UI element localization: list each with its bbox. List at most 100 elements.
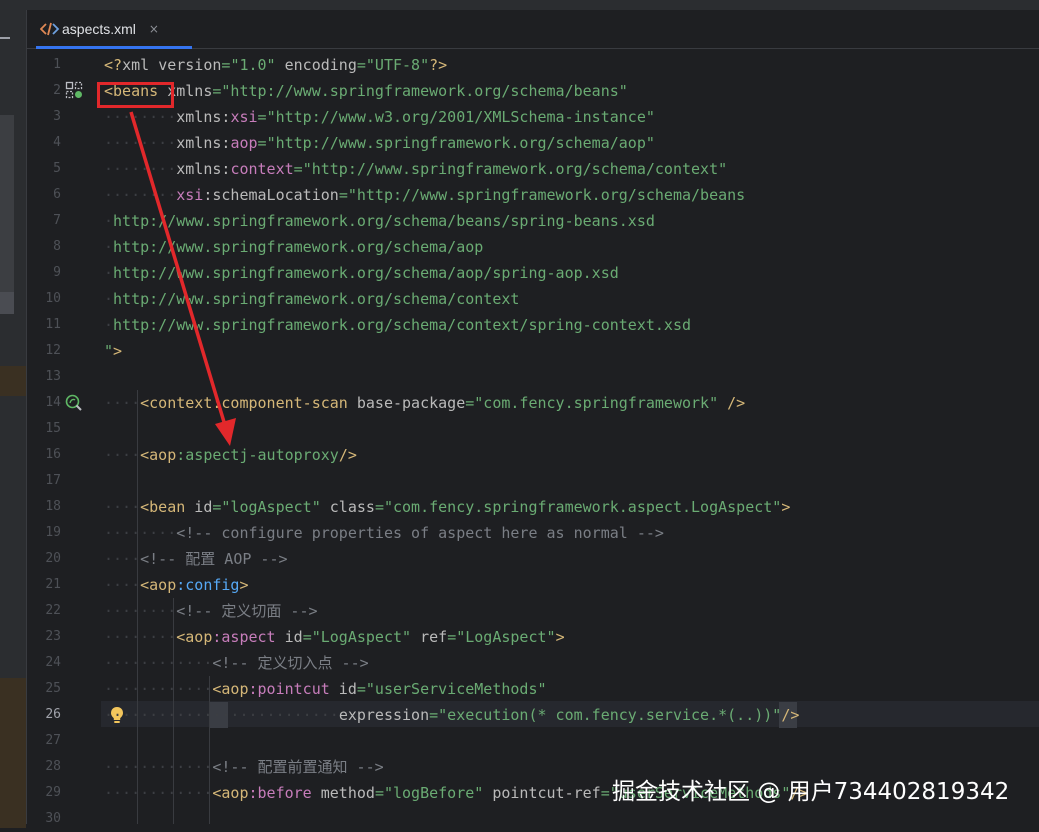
token: :pointcut <box>248 680 330 698</box>
code-editor[interactable]: <?xml version="1.0" encoding="UTF-8"?> <… <box>101 48 1039 824</box>
line-number: 11 <box>45 317 61 332</box>
token: = <box>338 186 348 204</box>
line-number-current: 26 <box>45 707 61 722</box>
line-number: 12 <box>45 343 61 358</box>
collapse-dash-icon[interactable] <box>0 37 10 39</box>
line-number: 6 <box>53 187 61 202</box>
token: <aop <box>212 680 249 698</box>
line-number: 14 <box>45 395 61 410</box>
panel-selection <box>0 292 14 314</box>
tab-aspects-xml[interactable]: aspects.xml × <box>36 10 192 49</box>
line-number: 1 <box>53 57 61 72</box>
token: <? <box>104 56 123 74</box>
token: > <box>781 498 791 516</box>
tool-window-panel <box>0 115 14 295</box>
line-number: 4 <box>53 135 61 150</box>
close-icon[interactable]: × <box>149 22 159 36</box>
token: = <box>600 784 610 802</box>
panel-highlight-lower <box>0 678 26 828</box>
token: :component-scan <box>212 394 348 412</box>
token: version <box>158 56 222 74</box>
token: > <box>555 628 565 646</box>
token: "logBefore" <box>383 784 484 802</box>
editor-gutter[interactable]: 1 2 3 4 5 6 7 8 9 10 11 12 13 14 15 16 1… <box>27 48 101 826</box>
line-number: 9 <box>53 265 61 280</box>
token: id <box>329 680 357 698</box>
panel-highlight <box>0 366 26 396</box>
watermark: 掘金技术社区 @ 用户734402819342 <box>612 779 1010 805</box>
line-number: 10 <box>45 291 61 306</box>
token: = <box>429 706 439 724</box>
token: "http://www.springframework.org/schema/c… <box>302 160 728 178</box>
token: > <box>113 342 123 360</box>
token: "LogAspect" <box>311 628 412 646</box>
code-line-23: ········<aop:aspect id="LogAspect" ref="… <box>104 628 565 646</box>
code-line-26: ··························expression="ex… <box>104 706 800 724</box>
token: xsi <box>176 186 204 204</box>
token: <aop <box>140 446 177 464</box>
token: <!-- 配置 AOP --> <box>140 550 288 568</box>
token: :schemaLocation <box>203 186 339 204</box>
token: "LogAspect" <box>456 628 556 646</box>
token: xmlns: <box>176 134 231 152</box>
code-line-19: ········<!-- configure properties of asp… <box>104 524 664 542</box>
token: method <box>311 784 375 802</box>
token: = <box>257 108 267 126</box>
token: xsi <box>230 108 258 126</box>
code-line-18: ····<bean id="logAspect" class="com.fenc… <box>104 498 791 516</box>
line-number: 27 <box>45 733 61 748</box>
token: = <box>374 784 384 802</box>
token: http://www.springframework.org/schema/co… <box>113 290 520 308</box>
token: <!-- configure properties of aspect here… <box>176 524 664 542</box>
token: id <box>185 498 213 516</box>
spring-bean-search-icon[interactable] <box>65 394 83 412</box>
line-number: 22 <box>45 603 61 618</box>
line-number: 15 <box>45 421 61 436</box>
token: id <box>275 628 303 646</box>
token: class <box>320 498 375 516</box>
token: ?> <box>429 56 448 74</box>
token: <!-- 定义切面 --> <box>176 602 318 620</box>
token: > <box>239 576 249 594</box>
token: aop <box>230 134 258 152</box>
code-line-20: ····<!-- 配置 AOP --> <box>104 550 288 568</box>
token: <context <box>140 394 213 412</box>
xml-file-icon <box>40 22 60 36</box>
token: "http://www.springframework.org/schema/a… <box>266 134 655 152</box>
structure-icon[interactable] <box>65 81 83 99</box>
line-number: 19 <box>45 525 61 540</box>
code-line-4: ········xmlns:aop="http://www.springfram… <box>104 134 655 152</box>
token: <aop <box>212 784 249 802</box>
token: xml <box>122 56 159 74</box>
token: pointcut-ref <box>483 784 601 802</box>
code-line-3: ········xmlns:xsi="http://www.w3.org/200… <box>104 108 655 126</box>
token: xmlns: <box>176 108 231 126</box>
code-line-5: ········xmlns:context="http://www.spring… <box>104 160 728 178</box>
code-line-11: ·http://www.springframework.org/schema/c… <box>104 316 691 334</box>
line-number: 2 <box>53 83 61 98</box>
token: http://www.springframework.org/schema/ao… <box>113 264 619 282</box>
token: encoding <box>275 56 357 74</box>
token: xmlns: <box>176 160 231 178</box>
token: "1.0" <box>230 56 276 74</box>
token: base-package <box>347 394 466 412</box>
token: http://www.springframework.org/schema/co… <box>113 316 691 334</box>
token: = <box>356 680 366 698</box>
token: "com.fency.springframework" <box>474 394 719 412</box>
token: http://www.springframework.org/schema/be… <box>113 212 655 230</box>
code-line-28: ············<!-- 配置前置通知 --> <box>104 758 384 776</box>
token: = <box>293 160 303 178</box>
token: <aop <box>140 576 177 594</box>
top-toolbar-strip <box>0 0 1039 10</box>
token: "http://www.w3.org/2001/XMLSchema-instan… <box>266 108 655 126</box>
code-line-24: ············<!-- 定义切入点 --> <box>104 654 369 672</box>
line-number: 21 <box>45 577 61 592</box>
token: :config <box>176 576 240 594</box>
token: <aop <box>176 628 213 646</box>
code-line-7: ·http://www.springframework.org/schema/b… <box>104 212 655 230</box>
line-number: 23 <box>45 629 61 644</box>
token: "userServiceMethods" <box>365 680 547 698</box>
token: <!-- 配置前置通知 --> <box>212 758 384 776</box>
token: "execution(* com.fency.service.*(..))" <box>438 706 782 724</box>
token: :aspectj-autoproxy <box>176 446 339 464</box>
